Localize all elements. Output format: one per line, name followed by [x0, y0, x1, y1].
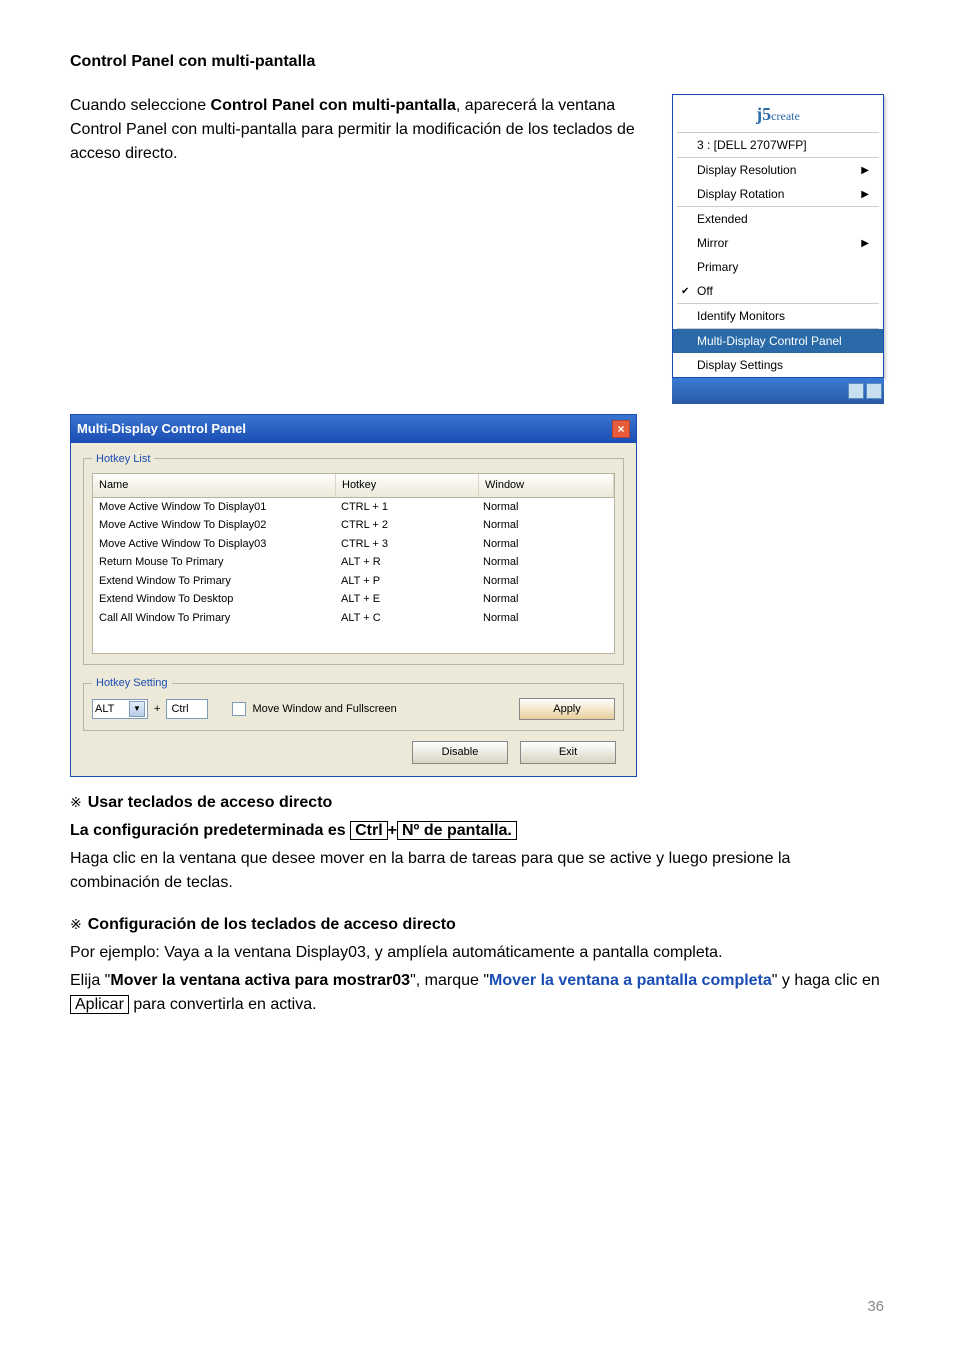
- cell-hotkey: CTRL + 3: [335, 535, 477, 554]
- cell-name: Extend Window To Desktop: [93, 590, 335, 609]
- intro-bold: Control Panel con multi-pantalla: [211, 97, 456, 114]
- menu-rotation[interactable]: Display Rotation▶: [673, 182, 883, 206]
- body-text: Por ejemplo: Vaya a la ventana Display03…: [70, 941, 884, 965]
- cell-hotkey: ALT + C: [335, 609, 477, 628]
- table-row[interactable]: Move Active Window To Display01CTRL + 1N…: [93, 498, 614, 517]
- modifier-select[interactable]: ALT ▼: [92, 699, 148, 720]
- menu-logo: j5create: [673, 95, 883, 132]
- table-row[interactable]: Extend Window To DesktopALT + ENormal: [93, 590, 614, 609]
- tray-icon: [866, 383, 882, 399]
- cell-name: Move Active Window To Display02: [93, 516, 335, 535]
- section-heading: ※Configuración de los teclados de acceso…: [70, 913, 884, 937]
- table-row[interactable]: Move Active Window To Display02CTRL + 2N…: [93, 516, 614, 535]
- context-menu-screenshot: j5create 3 : [DELL 2707WFP] Display Reso…: [672, 94, 884, 404]
- section-heading: ※Usar teclados de acceso directo: [70, 791, 884, 815]
- table-row[interactable]: Call All Window To PrimaryALT + CNormal: [93, 609, 614, 628]
- table-header: Name Hotkey Window: [92, 473, 615, 498]
- cell-window: Normal: [477, 498, 614, 517]
- cell-hotkey: ALT + P: [335, 572, 477, 591]
- intro-text: Cuando seleccione: [70, 97, 211, 114]
- system-tray: [672, 378, 884, 404]
- menu-multi-display-control-panel[interactable]: Multi-Display Control Panel: [673, 329, 883, 353]
- hotkey-list-legend: Hotkey List: [92, 451, 154, 468]
- menu-display-settings[interactable]: Display Settings: [673, 353, 883, 377]
- cell-name: Move Active Window To Display03: [93, 535, 335, 554]
- menu-resolution[interactable]: Display Resolution▶: [673, 158, 883, 182]
- hotkey-table-body: Move Active Window To Display01CTRL + 1N…: [92, 498, 615, 655]
- cell-name: Call All Window To Primary: [93, 609, 335, 628]
- tray-icon: [848, 383, 864, 399]
- fullscreen-checkbox[interactable]: [232, 702, 246, 716]
- cell-hotkey: ALT + E: [335, 590, 477, 609]
- disable-button[interactable]: Disable: [412, 741, 508, 764]
- intro-paragraph: Cuando seleccione Control Panel con mult…: [70, 94, 652, 166]
- col-hotkey[interactable]: Hotkey: [336, 474, 479, 497]
- cell-window: Normal: [477, 535, 614, 554]
- dialog-title: Multi-Display Control Panel: [77, 419, 246, 439]
- submenu-arrow-icon: ▶: [861, 187, 869, 202]
- cell-hotkey: CTRL + 2: [335, 516, 477, 535]
- table-row[interactable]: Extend Window To PrimaryALT + PNormal: [93, 572, 614, 591]
- multi-display-control-panel-dialog: Multi-Display Control Panel × Hotkey Lis…: [70, 414, 637, 777]
- menu-off[interactable]: Off: [673, 279, 883, 303]
- cell-window: Normal: [477, 590, 614, 609]
- cell-window: Normal: [477, 572, 614, 591]
- submenu-arrow-icon: ▶: [861, 236, 869, 251]
- plus-label: +: [154, 701, 160, 718]
- menu-mirror[interactable]: Mirror▶: [673, 231, 883, 255]
- cell-name: Move Active Window To Display01: [93, 498, 335, 517]
- table-row[interactable]: Move Active Window To Display03CTRL + 3N…: [93, 535, 614, 554]
- key-input[interactable]: Ctrl: [166, 699, 208, 720]
- menu-primary[interactable]: Primary: [673, 255, 883, 279]
- default-config-line: La configuración predeterminada es Ctrl+…: [70, 819, 884, 843]
- menu-display-id[interactable]: 3 : [DELL 2707WFP]: [673, 133, 883, 157]
- cell-name: Extend Window To Primary: [93, 572, 335, 591]
- menu-extended[interactable]: Extended: [673, 207, 883, 231]
- submenu-arrow-icon: ▶: [861, 163, 869, 178]
- hotkey-setting-legend: Hotkey Setting: [92, 675, 172, 692]
- exit-button[interactable]: Exit: [520, 741, 616, 764]
- cell-hotkey: CTRL + 1: [335, 498, 477, 517]
- body-text: Haga clic en la ventana que desee mover …: [70, 847, 884, 895]
- section-title: Control Panel con multi-pantalla: [70, 50, 884, 74]
- cell-window: Normal: [477, 553, 614, 572]
- apply-button[interactable]: Apply: [519, 698, 615, 721]
- cell-name: Return Mouse To Primary: [93, 553, 335, 572]
- cell-window: Normal: [477, 609, 614, 628]
- table-row[interactable]: Return Mouse To PrimaryALT + RNormal: [93, 553, 614, 572]
- menu-identify[interactable]: Identify Monitors: [673, 304, 883, 328]
- page-number: 36: [867, 1296, 884, 1319]
- chevron-down-icon: ▼: [129, 701, 145, 717]
- cell-window: Normal: [477, 516, 614, 535]
- close-icon[interactable]: ×: [612, 420, 630, 438]
- cell-hotkey: ALT + R: [335, 553, 477, 572]
- fullscreen-checkbox-label: Move Window and Fullscreen: [252, 701, 396, 718]
- body-text: Elija "Mover la ventana activa para most…: [70, 969, 884, 1017]
- col-name[interactable]: Name: [93, 474, 336, 497]
- col-window[interactable]: Window: [479, 474, 614, 497]
